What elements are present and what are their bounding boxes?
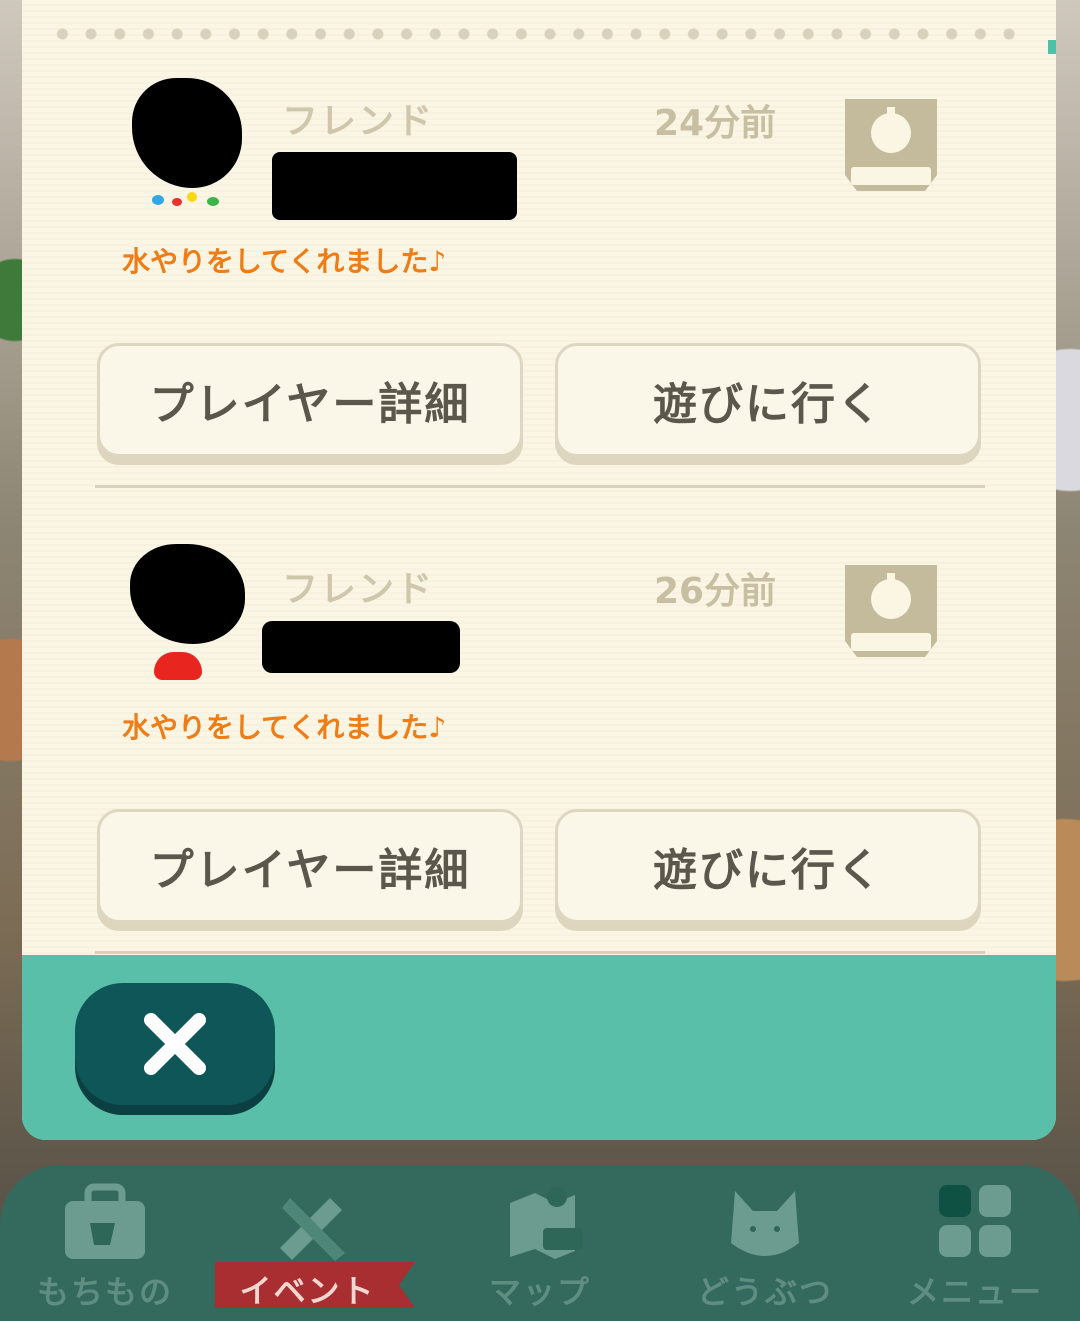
player-avatar[interactable] (112, 544, 262, 684)
close-icon (144, 1013, 206, 1075)
bottom-nav: もちもの マップ どうぶつ メニュー (0, 1165, 1080, 1321)
nav-label: どうぶつ (696, 1273, 833, 1311)
relation-label: フレンド (282, 101, 435, 142)
timestamp: 24分前 (654, 103, 777, 144)
player-details-button[interactable]: プレイヤー詳細 (97, 343, 523, 457)
close-button[interactable] (75, 983, 275, 1105)
activity-entry: フレンド 26分前 水やりをしてくれました♪ プレイヤー詳細 遊びに行く (22, 466, 1056, 954)
nav-item-animals[interactable]: どうぶつ (665, 1165, 865, 1321)
nav-label-event: イベント (239, 1272, 376, 1310)
cap-icon (154, 652, 202, 680)
divider (95, 951, 985, 954)
nav-label: メニュー (906, 1273, 1043, 1311)
grid-menu-icon (939, 1185, 1011, 1257)
activity-entry: フレンド 24分前 水やりをしてくれました♪ プレイヤー詳細 遊びに行く (22, 0, 1056, 488)
tools-icon (280, 1198, 345, 1261)
player-details-button[interactable]: プレイヤー詳細 (97, 809, 523, 923)
panel-footer (22, 955, 1056, 1140)
gift-box-icon (845, 565, 937, 657)
nav-item-inventory[interactable]: もちもの (5, 1165, 205, 1321)
activity-message: 水やりをしてくれました♪ (122, 711, 447, 744)
relation-label: フレンド (282, 569, 435, 610)
redacted-avatar (132, 78, 242, 188)
nav-label: もちもの (36, 1273, 173, 1311)
redacted-player-name (272, 152, 517, 220)
nav-item-menu[interactable]: メニュー (875, 1165, 1075, 1321)
nav-item-map[interactable]: マップ (440, 1165, 640, 1321)
friend-activity-panel: フレンド 24分前 水やりをしてくれました♪ プレイヤー詳細 遊びに行く フレン… (22, 0, 1056, 1140)
visit-button[interactable]: 遊びに行く (555, 343, 981, 457)
map-icon (510, 1187, 583, 1259)
cat-icon (731, 1191, 799, 1256)
visit-button[interactable]: 遊びに行く (555, 809, 981, 923)
redacted-player-name (262, 621, 460, 673)
gift-box-icon (845, 99, 937, 191)
timestamp: 26分前 (654, 571, 777, 612)
nav-label: マップ (488, 1273, 591, 1311)
activity-message: 水やりをしてくれました♪ (122, 245, 447, 278)
redacted-avatar (130, 544, 245, 644)
bag-icon (65, 1183, 145, 1259)
player-avatar[interactable] (112, 70, 262, 210)
